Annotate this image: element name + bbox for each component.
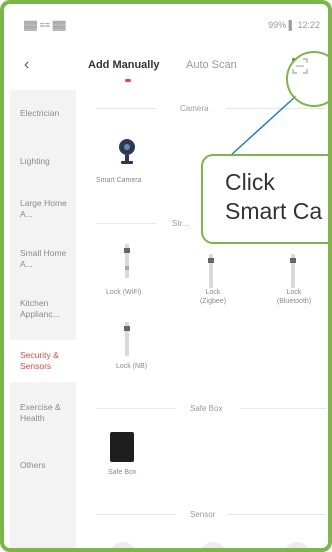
sensor-device-icon[interactable] xyxy=(284,542,310,548)
divider xyxy=(240,408,326,409)
section-title-lock: Str... xyxy=(172,219,189,228)
lock-icon xyxy=(124,244,130,278)
divider xyxy=(96,223,156,224)
divider xyxy=(226,108,326,109)
callout-line-1: Click xyxy=(225,169,275,195)
sidebar-item-lighting[interactable]: Lighting xyxy=(10,156,76,167)
smart-camera-icon xyxy=(119,139,135,164)
status-icons-right: 99% ▌ 12:22 xyxy=(268,20,320,30)
sidebar-item-small-home-appliances[interactable]: Small Home A... xyxy=(10,248,76,270)
device-label-lock-nb[interactable]: Lock (NB) xyxy=(116,362,147,371)
signal-icon: ▓▓ ≡≡ ▓▓ xyxy=(24,20,66,30)
divider xyxy=(96,408,176,409)
status-icons-left: ▓▓ ≡≡ ▓▓ xyxy=(24,20,66,30)
instruction-callout: Click Smart Ca xyxy=(201,154,328,244)
tab-auto-scan[interactable]: Auto Scan xyxy=(186,59,237,71)
sidebar-item-security-sensors[interactable]: Security & Sensors xyxy=(10,340,76,382)
sidebar-item-others[interactable]: Others xyxy=(10,460,76,471)
device-label-smart-camera: Smart Camera xyxy=(96,177,142,184)
phone-frame: ▓▓ ≡≡ ▓▓ 99% ▌ 12:22 ‹ Add Manually Auto… xyxy=(0,0,332,552)
callout-line-2: Smart Ca xyxy=(225,198,323,224)
lock-icon xyxy=(290,254,296,288)
tab-add-manually[interactable]: Add Manually xyxy=(88,59,160,71)
divider xyxy=(96,514,176,515)
section-title-sensor: Sensor xyxy=(190,510,216,519)
section-title-camera: Camera xyxy=(180,104,209,113)
sidebar-item-exercise-health[interactable]: Exercise & Health xyxy=(10,402,76,424)
device-label-lock-bluetooth[interactable]: Lock (Bluetooth) xyxy=(274,288,314,306)
device-label-safe-box[interactable]: Safe Box xyxy=(108,468,136,477)
divider xyxy=(96,108,156,109)
device-label-lock-wifi[interactable]: Lock (WiFi) xyxy=(106,288,141,297)
highlight-circle xyxy=(286,51,328,107)
header: ‹ Add Manually Auto Scan xyxy=(10,42,328,90)
chevron-left-icon[interactable]: ‹ xyxy=(24,56,29,74)
sidebar-item-kitchen-appliances[interactable]: Kitchen Applianc... xyxy=(10,298,76,320)
category-sidebar: Electrician Lighting Large Home A... Sma… xyxy=(10,90,76,548)
lock-icon xyxy=(208,254,214,288)
status-bar: ▓▓ ≡≡ ▓▓ 99% ▌ 12:22 xyxy=(10,8,328,42)
sidebar-item-electrician[interactable]: Electrician xyxy=(10,108,76,119)
divider xyxy=(228,514,326,515)
safe-box-icon[interactable] xyxy=(110,432,134,462)
sensor-device-icon[interactable] xyxy=(200,542,226,548)
battery-time: 99% ▌ 12:22 xyxy=(268,20,320,30)
sidebar-item-large-home-appliances[interactable]: Large Home A... xyxy=(10,198,76,220)
active-tab-indicator xyxy=(125,79,131,82)
device-label-lock-zigbee[interactable]: Lock (Zigbee) xyxy=(198,288,228,306)
sensor-device-icon[interactable] xyxy=(110,542,136,548)
section-title-safebox: Safe Box xyxy=(190,404,223,413)
lock-icon xyxy=(124,322,130,356)
